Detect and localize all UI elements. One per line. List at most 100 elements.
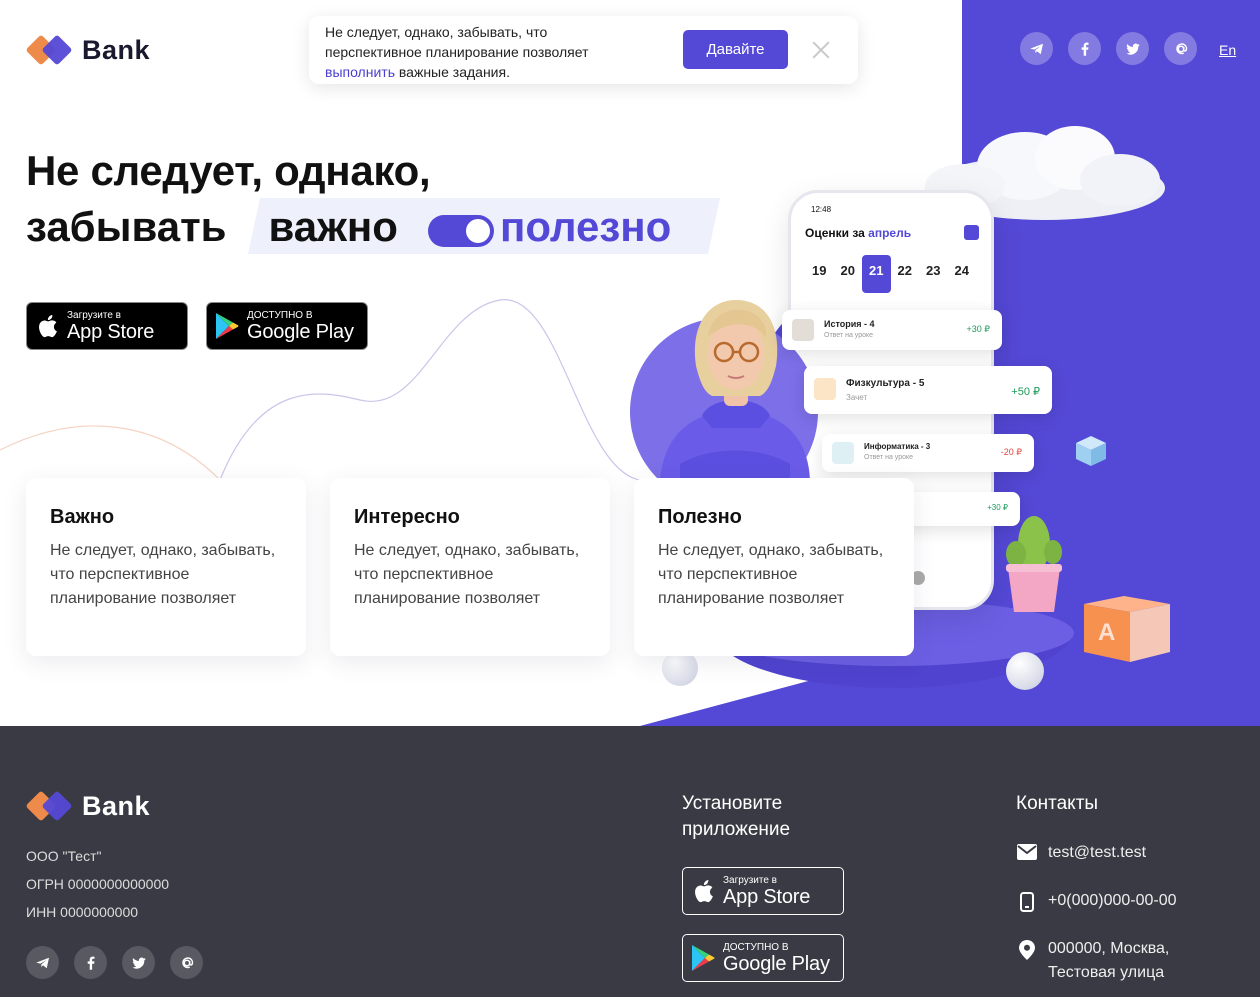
notification-link[interactable]: выполнить: [325, 64, 395, 80]
google-play-button[interactable]: ДОСТУПНО В Google Play: [206, 302, 368, 350]
company-ogrn: ОГРН 0000000000000: [26, 876, 170, 892]
day-item-selected: 21: [862, 255, 891, 293]
toggle-knob: [466, 219, 490, 243]
google-play-small-label: ДОСТУПНО В: [247, 309, 313, 321]
footer: Bank ООО "Тест" ОГРН 0000000000000 ИНН 0…: [0, 726, 1260, 997]
cactus-illustration: [1006, 516, 1062, 612]
google-play-small-label: ДОСТУПНО В: [723, 941, 789, 953]
feature-card-title: Интересно: [354, 506, 460, 528]
contact-phone[interactable]: +0(000)000-00-00: [1016, 889, 1177, 913]
day-item: 24: [954, 263, 969, 278]
grade-title: Информатика - 3: [864, 442, 931, 451]
app-store-small-label: Загрузите в: [67, 309, 121, 321]
at-icon[interactable]: [1164, 32, 1197, 65]
close-icon[interactable]: [809, 38, 833, 62]
grade-subtitle: Ответ на уроке: [864, 454, 914, 461]
twitter-icon[interactable]: [122, 946, 155, 979]
phone-time: 12:48: [811, 205, 832, 214]
important-useful-toggle[interactable]: [428, 215, 494, 247]
grade-card: Информатика - 3 Ответ на уроке -20 ₽: [822, 434, 1034, 472]
logo[interactable]: Bank: [25, 34, 151, 66]
notification-text-before: Не следует, однако, забывать, что перспе…: [325, 24, 589, 60]
contact-address-text: 000000, Москва, Тестовая улица: [1048, 940, 1170, 981]
at-icon[interactable]: [170, 946, 203, 979]
telegram-icon[interactable]: [1020, 32, 1053, 65]
hero-section: Bank Не следует, однако, забывать, что п…: [0, 0, 1260, 726]
history-book-icon: [792, 319, 814, 341]
grade-subtitle: Ответ на уроке: [824, 332, 874, 339]
phone-day-picker: 19 20 21 22 23 24: [805, 255, 976, 293]
facebook-icon[interactable]: [74, 946, 107, 979]
contact-email-text: test@test.test: [1048, 844, 1147, 861]
grade-amount: +30 ₽: [966, 324, 991, 334]
apple-icon: [683, 878, 723, 904]
hero-word-forget: забывать: [26, 203, 227, 250]
grade-amount: -20 ₽: [1000, 447, 1022, 457]
google-play-icon: [683, 944, 723, 972]
phone-title: Оценки за апрель: [805, 226, 911, 240]
company-inn: ИНН 0000000000: [26, 904, 139, 920]
notification-text: Не следует, однако, забывать, что перспе…: [325, 22, 625, 82]
cube-illustration: [1076, 436, 1106, 466]
install-app-title: Установите приложение: [682, 793, 791, 840]
google-play-label: Google Play: [247, 320, 354, 343]
hero-word-important: важно: [268, 203, 398, 250]
hero-word-useful: полезно: [499, 203, 672, 250]
phone-title-text: Оценки за: [805, 226, 869, 240]
feature-card-text: Не следует, однако, забывать, что перспе…: [50, 542, 276, 607]
sport-flag-icon: [814, 378, 836, 400]
app-store-label: App Store: [67, 320, 155, 343]
grade-title: История - 4: [824, 319, 875, 329]
day-item: 20: [840, 263, 855, 278]
facebook-icon[interactable]: [1068, 32, 1101, 65]
grade-card: История - 4 Ответ на уроке +30 ₽: [782, 310, 1002, 350]
phone-title-month: апрель: [868, 226, 912, 240]
grade-card: Физкультура - 5 Зачет +50 ₽: [804, 366, 1052, 414]
grade-title: Физкультура - 5: [846, 378, 925, 389]
feature-card-text: Не следует, однако, забывать, что перспе…: [658, 542, 884, 607]
footer-app-store-button[interactable]: Загрузите в App Store: [682, 867, 844, 915]
feature-card-title: Полезно: [658, 506, 742, 528]
google-play-icon: [207, 312, 247, 340]
notification-banner: Не следует, однако, забывать, что перспе…: [309, 16, 858, 84]
contact-phone-text: +0(000)000-00-00: [1048, 892, 1177, 909]
location-icon: [1016, 937, 1038, 985]
notification-text-after: важные задания.: [395, 64, 510, 80]
logo-text: Bank: [82, 790, 151, 821]
mail-icon: [1016, 841, 1038, 865]
google-play-label: Google Play: [723, 952, 830, 975]
app-store-button[interactable]: Загрузите в App Store: [26, 302, 188, 350]
app-store-small-label: Загрузите в: [723, 874, 777, 886]
telegram-icon[interactable]: [26, 946, 59, 979]
informatics-icon: [832, 442, 854, 464]
company-name: ООО "Тест": [26, 848, 102, 864]
svg-text:A: A: [1098, 619, 1115, 646]
phone-icon: [1016, 889, 1038, 913]
language-switch[interactable]: En: [1219, 42, 1236, 58]
decorative-ball: [1006, 652, 1044, 690]
contact-address: 000000, Москва, Тестовая улица: [1016, 937, 1196, 985]
calendar-icon: [964, 225, 979, 240]
grade-subtitle: Зачет: [846, 393, 868, 402]
apple-icon: [27, 313, 67, 339]
logo-mark-icon: [25, 34, 76, 66]
letter-box-illustration: A: [1084, 596, 1170, 662]
contact-email[interactable]: test@test.test: [1016, 841, 1146, 865]
grade-amount: +50 ₽: [1011, 386, 1040, 398]
day-item: 23: [926, 263, 941, 278]
logo-mark-icon: [25, 790, 76, 822]
app-store-label: App Store: [723, 885, 811, 908]
day-item: 22: [897, 263, 912, 278]
feature-card-text: Не следует, однако, забывать, что перспе…: [354, 542, 580, 607]
twitter-icon[interactable]: [1116, 32, 1149, 65]
feature-card-title: Важно: [50, 506, 115, 528]
feature-card-interesting: Интересно Не следует, однако, забывать, …: [330, 478, 610, 656]
footer-google-play-button[interactable]: ДОСТУПНО В Google Play: [682, 934, 844, 982]
hero-title-line2: забывать важно полезно: [26, 198, 671, 256]
footer-logo[interactable]: Bank: [25, 790, 151, 822]
day-item: 19: [812, 263, 827, 278]
notification-accept-button[interactable]: Давайте: [683, 30, 788, 69]
feature-card-important: Важно Не следует, однако, забывать, что …: [26, 478, 306, 656]
feature-card-useful: Полезно Не следует, однако, забывать, чт…: [634, 478, 914, 656]
logo-text: Bank: [82, 34, 151, 65]
